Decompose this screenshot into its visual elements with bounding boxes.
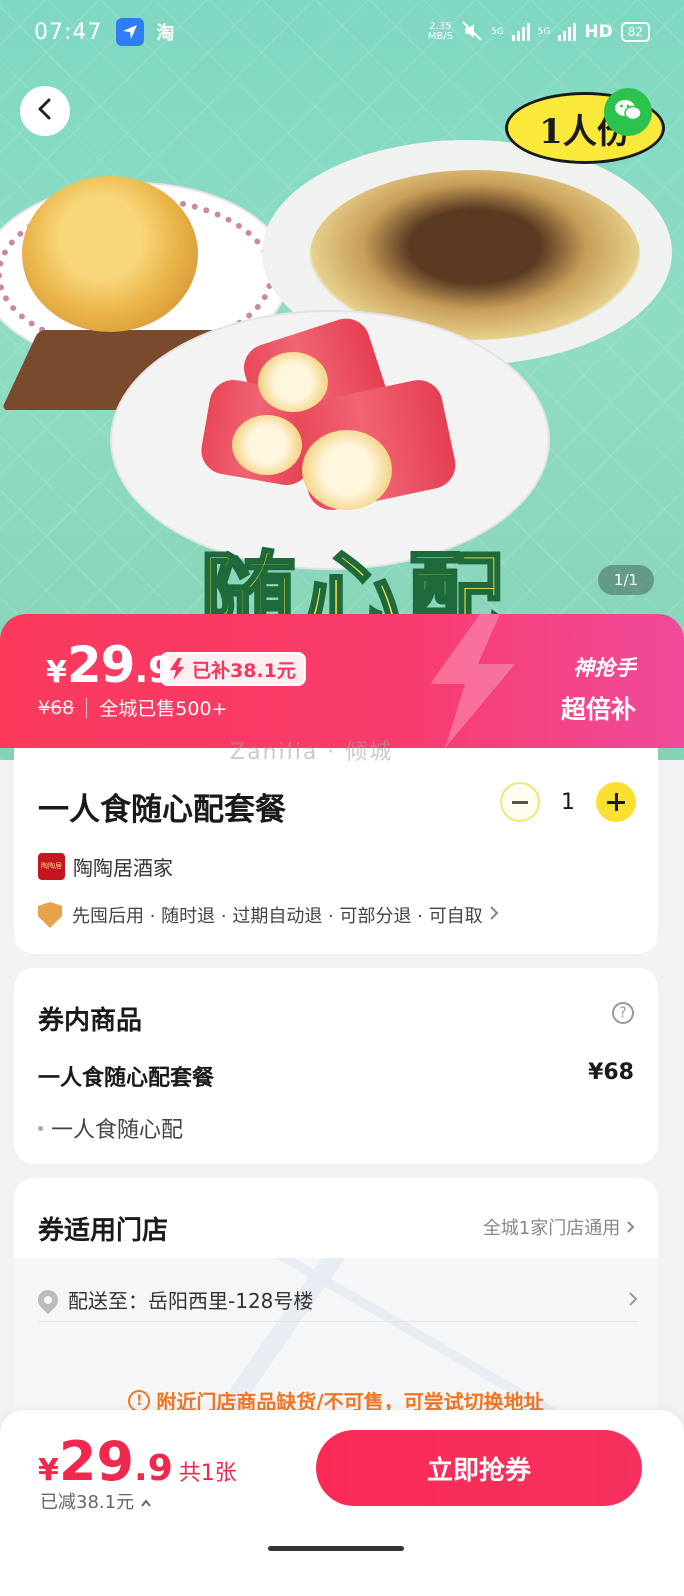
buy-now-button[interactable]: 立即抢券 (316, 1430, 642, 1506)
help-icon[interactable]: ? (612, 1002, 634, 1024)
lightning-icon (430, 614, 515, 748)
shop-logo: 陶陶居酒家 (38, 853, 65, 880)
sold-count: 全城已售500+ (99, 698, 228, 720)
original-price: ¥68 (38, 696, 75, 719)
location-pin-icon (33, 1285, 63, 1314)
network-speed: 2.35 MB/S (427, 21, 453, 42)
signal-icon (558, 23, 577, 41)
shop-link[interactable]: 陶陶居酒家 陶陶居酒家 (38, 852, 173, 881)
product-info-card: 一人食随心配套餐 1 陶陶居酒家 陶陶居酒家 先囤后用 · 随时退 · 过期自动… (14, 748, 658, 954)
guarantee-text: 先囤后用 · 随时退 · 过期自动退 · 可部分退 · 可自取 (72, 906, 483, 927)
delivery-address-row[interactable]: 配送至：岳阳西里-128号楼 (33, 1278, 638, 1322)
chevron-up-icon (140, 1492, 152, 1513)
delivery-address: 配送至：岳阳西里-128号楼 (68, 1289, 314, 1313)
share-wechat-button[interactable] (604, 88, 652, 136)
battery-icon: 82 (620, 22, 650, 42)
signal-icon (511, 23, 530, 41)
watermark: Zanilia · 倾城 (230, 740, 394, 765)
navigation-arrow-icon (116, 18, 145, 46)
wechat-icon (613, 97, 643, 127)
increase-quantity-button[interactable] (596, 782, 636, 822)
home-indicator (268, 1546, 404, 1551)
hd-icon: HD (584, 22, 613, 42)
network-label: 5G (537, 27, 551, 37)
network-label: 5G (490, 27, 504, 37)
section-title: 券内商品 (38, 1006, 143, 1036)
all-stores-link[interactable]: 全城1家门店通用 (483, 1214, 636, 1240)
subsidy-tag: 已补38.1元 (160, 652, 306, 686)
product-title: 一人食随心配套餐 (38, 792, 286, 828)
bottom-purchase-bar: ¥ 29 .9 共1张 已减38.1元 立即抢券 (0, 1410, 684, 1596)
price-meta: ¥68 全城已售500+ (38, 694, 227, 721)
guarantee-row[interactable]: 先囤后用 · 随时退 · 过期自动退 · 可部分退 · 可自取 (38, 902, 499, 928)
divider (86, 697, 88, 718)
back-button[interactable] (20, 86, 70, 136)
status-bar: 07:47 淘 2.35 MB/S 5G 5G HD 82 (0, 0, 684, 64)
item-detail: 一人食随心配 (38, 1112, 183, 1144)
image-pager: 1/1 (598, 565, 654, 595)
bullet (38, 1125, 43, 1131)
stores-card: 券适用门店 全城1家门店通用 配送至：岳阳西里-128号楼 ! 附近门店商品缺货… (14, 1178, 658, 1438)
deal-price: ¥ 29 .9 (46, 636, 174, 694)
plus-icon (607, 793, 625, 811)
total-price: ¥ 29 .9 共1张 (38, 1430, 237, 1493)
pineapple-bun-image (22, 176, 198, 332)
quantity-value: 1 (561, 789, 575, 815)
minus-icon (512, 800, 528, 804)
roll-filling (302, 430, 392, 510)
taobao-app-icon: 淘 (156, 23, 175, 44)
section-title: 券适用门店 (38, 1216, 169, 1246)
chevron-right-icon (628, 1288, 638, 1312)
quantity-stepper: 1 (500, 782, 636, 822)
lightning-icon (169, 658, 185, 680)
price-banner: ¥ 29 .9 已补38.1元 ¥68 全城已售500+ 神抢手 超倍补 (0, 614, 684, 748)
discount-summary[interactable]: 已减38.1元 (40, 1488, 152, 1514)
shop-name: 陶陶居酒家 (73, 856, 173, 880)
exclamation-icon: ! (128, 1389, 151, 1412)
voucher-contents-card: 券内商品 ? 一人食随心配套餐 ¥68 一人食随心配 (14, 968, 658, 1164)
item-name: 一人食随心配套餐 (38, 1066, 215, 1091)
chevron-right-icon (626, 1218, 636, 1239)
chevron-right-icon (489, 905, 499, 926)
item-price: ¥68 (588, 1060, 634, 1085)
voucher-count: 共1张 (178, 1461, 237, 1486)
chevron-left-icon (35, 97, 55, 125)
shield-check-icon (38, 902, 62, 928)
promo-label: 神抢手 超倍补 (560, 656, 636, 724)
roll-filling (258, 352, 328, 412)
decrease-quantity-button[interactable] (500, 782, 540, 822)
status-time: 07:47 (34, 19, 103, 45)
mute-icon (461, 20, 483, 45)
roll-filling (232, 415, 302, 475)
